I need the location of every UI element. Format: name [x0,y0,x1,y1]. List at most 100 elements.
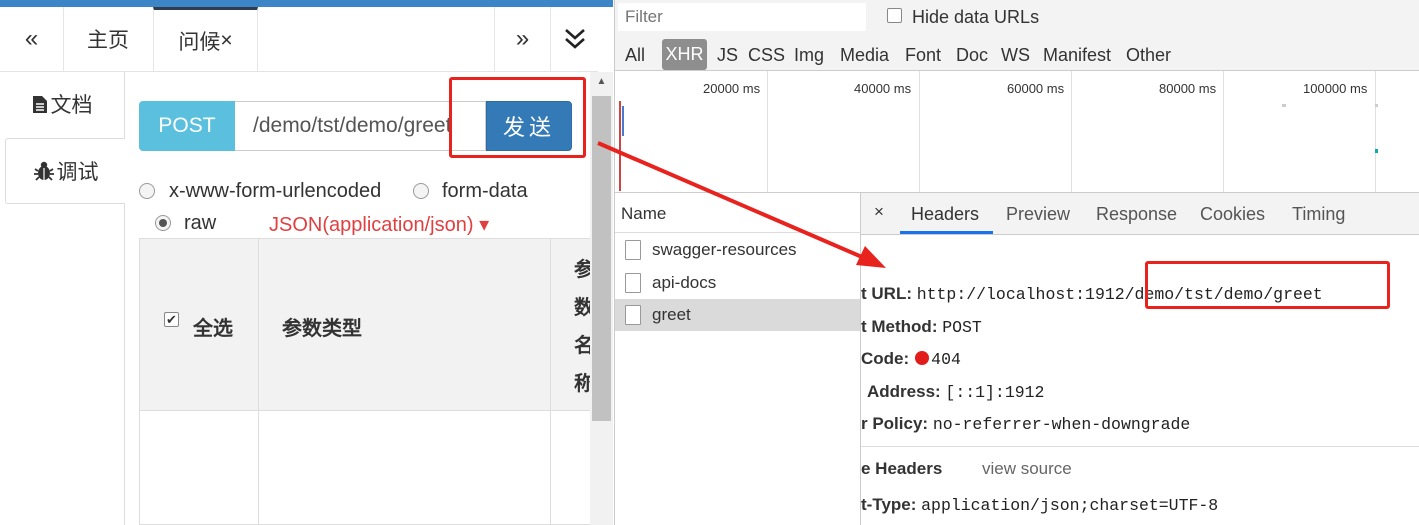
network-filter-bar: Hide data URLs All XHR JS CSS Img Media … [615,0,1419,71]
radio-form-data[interactable] [413,183,429,199]
filter-type-other[interactable]: Other [1126,45,1171,66]
radio-urlencoded[interactable] [139,183,155,199]
filter-type-all[interactable]: All [625,45,645,66]
select-all-checkbox[interactable]: ✔ [164,312,179,327]
detail-tab-bar: × Headers Preview Response Cookies Timin… [861,193,1419,235]
top-accent-bar [0,0,613,7]
header-key: t Method: [861,317,938,336]
request-name: swagger-resources [652,240,797,259]
header-referrer-policy: r Policy: no-referrer-when-downgrade [861,414,1190,434]
timeline-request-marker [1375,149,1378,153]
tab-preview[interactable]: Preview [1006,204,1070,225]
timeline-tick: 60000 ms [1007,81,1065,96]
radio-raw-label: raw [184,212,217,234]
filter-input[interactable] [618,3,866,31]
request-row[interactable]: api-docs [615,267,860,299]
request-row[interactable]: swagger-resources [615,234,860,266]
file-icon [32,95,47,113]
header-value: no-referrer-when-downgrade [932,415,1191,434]
header-key: r Policy: [861,414,929,433]
annotation-box-send [449,77,586,158]
tab-headers[interactable]: Headers [911,204,979,225]
request-name: greet [652,305,691,324]
bug-icon [33,161,54,181]
tab-scroll-right-button[interactable]: » [494,7,550,71]
request-name: api-docs [652,273,717,292]
sidebar-item-debug[interactable]: 调试 [5,138,125,204]
tab-menu-button[interactable] [550,7,598,71]
tab-response[interactable]: Response [1096,204,1177,225]
timeline-request-marker [622,106,624,136]
document-icon [625,240,641,260]
timeline-request-marker [619,101,621,191]
timeline-gridline [767,71,768,192]
timeline-gridline [1223,71,1224,192]
devtools-network-panel: Hide data URLs All XHR JS CSS Img Media … [614,0,1419,525]
tab-scroll-left-button[interactable]: « [0,7,64,71]
scrollbar-thumb[interactable] [592,96,611,421]
header-remote-address: Address: [::1]:1912 [867,382,1044,402]
tab-timing[interactable]: Timing [1292,204,1345,225]
tab-close-icon[interactable]: × [220,29,232,53]
content-type-label: JSON(application/json) [269,214,474,236]
page-tab-bar: « 主页 问候 × » [0,7,598,72]
timeline-request-marker [1282,104,1286,107]
column-divider [550,239,551,525]
filter-type-font[interactable]: Font [905,45,941,66]
scroll-up-arrow-icon[interactable]: ▲ [590,76,613,92]
document-icon [625,273,641,293]
tab-cookies[interactable]: Cookies [1200,204,1265,225]
filter-type-doc[interactable]: Doc [956,45,988,66]
timeline-request-marker [1375,104,1378,107]
header-value: application/json;charset=UTF-8 [921,496,1219,515]
annotation-box-url [1145,261,1390,309]
timeline-tick: 100000 ms [1303,81,1368,96]
filter-type-ws[interactable]: WS [1001,45,1030,66]
tab-home[interactable]: 主页 [64,7,152,71]
filter-type-media[interactable]: Media [840,45,889,66]
request-detail-panel: × Headers Preview Response Cookies Timin… [861,193,1419,525]
sidebar-item-doc[interactable]: 文档 [0,72,124,136]
filter-type-img[interactable]: Img [794,45,824,66]
filter-type-manifest[interactable]: Manifest [1043,45,1111,66]
header-key: Code: [861,349,910,368]
request-row-selected[interactable]: greet [615,299,860,331]
section-divider [861,446,1419,447]
tab-greet[interactable]: 问候 × [153,7,258,71]
close-icon[interactable]: × [874,202,884,222]
header-value: POST [942,318,982,337]
param-type-header: 参数类型 [282,318,362,340]
hide-data-urls-checkbox[interactable] [887,8,902,23]
timeline-gridline [1071,71,1072,192]
timeline-gridline [919,71,920,192]
error-status-dot-icon [915,351,930,365]
timeline-gridline [1375,71,1376,192]
header-value: 404 [931,350,961,369]
filter-type-xhr[interactable]: XHR [662,39,707,70]
doc-sidebar: 文档 调试 [0,72,125,525]
view-source-link[interactable]: view source [982,459,1072,479]
response-headers-section-title[interactable]: e Headers [861,459,942,479]
sidebar-item-label: 文档 [50,94,93,117]
network-timeline[interactable]: 20000 ms 40000 ms 60000 ms 80000 ms 1000… [615,71,1419,193]
api-debug-pane: « 主页 问候× » 文档 调试 POST 发送 x-www-form-urle… [0,0,613,525]
section-title: e Headers [861,459,943,478]
header-key: t-Type: [861,495,917,514]
timeline-tick: 80000 ms [1159,81,1217,96]
radio-raw[interactable] [155,215,171,231]
filter-type-css[interactable]: CSS [748,45,785,66]
hide-data-urls-label: Hide data URLs [912,7,1040,27]
caret-down-icon: ▾ [479,214,490,236]
tab-greet-label: 问候 [178,30,221,54]
column-divider [258,239,259,525]
header-value: [::1]:1912 [945,383,1045,402]
select-all-header: 全选 [193,318,233,340]
radio-form-data-label: form-data [442,180,528,202]
content-type-dropdown[interactable]: JSON(application/json) ▾ [269,212,489,237]
filter-type-js[interactable]: JS [717,45,738,66]
http-method-badge: POST [139,101,235,151]
radio-urlencoded-label: x-www-form-urlencoded [169,180,382,202]
name-column-header[interactable]: Name [615,193,860,233]
timeline-tick: 40000 ms [854,81,912,96]
header-content-type: t-Type: application/json;charset=UTF-8 [861,495,1218,515]
